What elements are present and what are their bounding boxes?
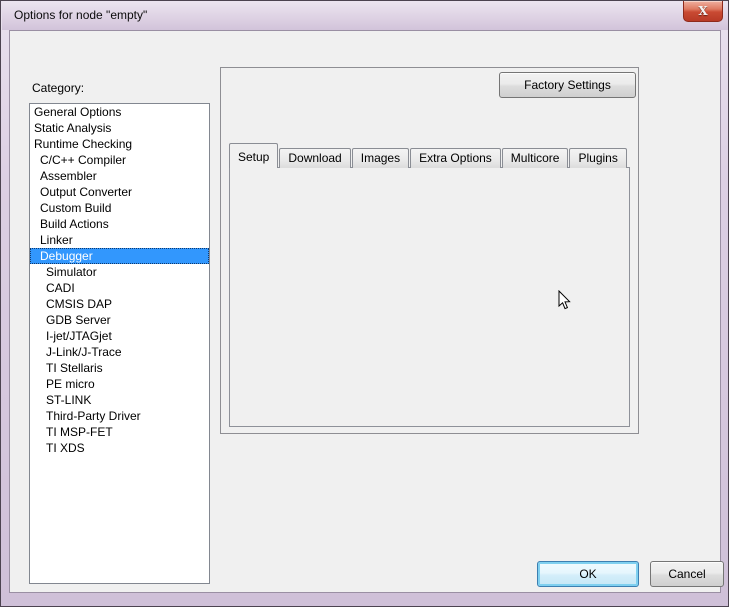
- list-item[interactable]: C/C++ Compiler: [30, 152, 209, 168]
- list-item[interactable]: Simulator: [30, 264, 209, 280]
- window-title: Options for node "empty": [14, 8, 147, 22]
- close-icon: X: [698, 5, 707, 17]
- list-item[interactable]: PE micro: [30, 376, 209, 392]
- tab-extra-options[interactable]: Extra Options: [410, 148, 501, 168]
- options-dialog-window: Options for node "empty" X Category: Gen…: [0, 0, 729, 607]
- list-item[interactable]: CMSIS DAP: [30, 296, 209, 312]
- list-item[interactable]: TI Stellaris: [30, 360, 209, 376]
- list-item-selected-debugger[interactable]: Debugger: [30, 248, 209, 264]
- mouse-cursor-icon: [558, 290, 572, 316]
- list-item[interactable]: TI XDS: [30, 440, 209, 456]
- tab-multicore[interactable]: Multicore: [502, 148, 569, 168]
- titlebar[interactable]: Options for node "empty": [2, 1, 729, 30]
- tab-download[interactable]: Download: [279, 148, 350, 168]
- factory-settings-button[interactable]: Factory Settings: [499, 72, 636, 98]
- tab-plugins[interactable]: Plugins: [569, 148, 626, 168]
- list-item[interactable]: ST-LINK: [30, 392, 209, 408]
- list-item[interactable]: Static Analysis: [30, 120, 209, 136]
- list-item[interactable]: I-jet/JTAGjet: [30, 328, 209, 344]
- list-item[interactable]: General Options: [30, 104, 209, 120]
- list-item[interactable]: Output Converter: [30, 184, 209, 200]
- close-button[interactable]: X: [683, 1, 723, 22]
- cancel-button[interactable]: Cancel: [650, 561, 724, 587]
- list-item[interactable]: Runtime Checking: [30, 136, 209, 152]
- tab-images[interactable]: Images: [352, 148, 409, 168]
- tab-bar: Setup Download Images Extra Options Mult…: [229, 143, 628, 168]
- category-listbox[interactable]: General Options Static Analysis Runtime …: [29, 103, 210, 584]
- list-item[interactable]: GDB Server: [30, 312, 209, 328]
- list-item[interactable]: Third-Party Driver: [30, 408, 209, 424]
- ok-button[interactable]: OK: [537, 561, 639, 587]
- list-item[interactable]: J-Link/J-Trace: [30, 344, 209, 360]
- list-item[interactable]: TI MSP-FET: [30, 424, 209, 440]
- tab-setup[interactable]: Setup: [229, 143, 278, 168]
- category-label: Category:: [32, 81, 84, 95]
- list-item[interactable]: Assembler: [30, 168, 209, 184]
- list-item[interactable]: CADI: [30, 280, 209, 296]
- list-item[interactable]: Custom Build: [30, 200, 209, 216]
- dialog-client-area: Category: General Options Static Analysi…: [9, 30, 721, 593]
- list-item[interactable]: Build Actions: [30, 216, 209, 232]
- list-item[interactable]: Linker: [30, 232, 209, 248]
